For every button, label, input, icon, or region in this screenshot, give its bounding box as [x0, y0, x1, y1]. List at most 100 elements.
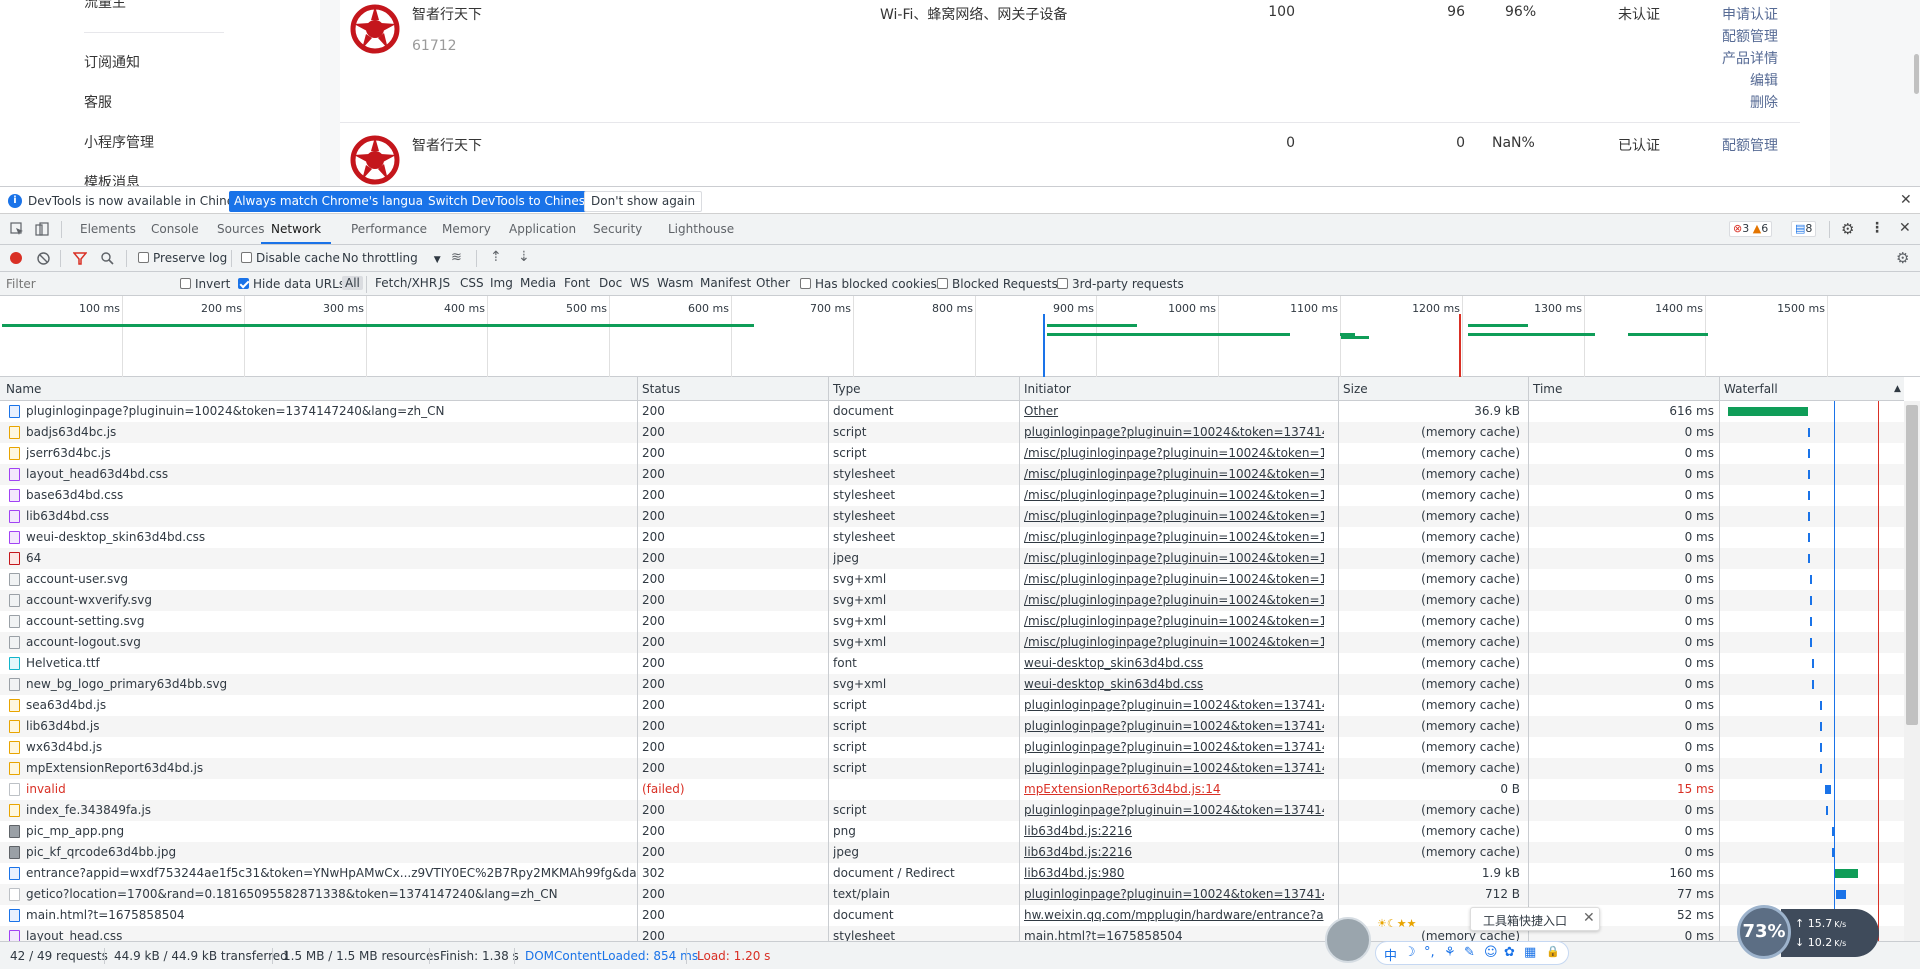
export-har-icon[interactable]: ⇣ — [518, 249, 530, 265]
col-size-header[interactable]: Size — [1343, 382, 1368, 396]
request-row[interactable]: entrance?appid=wxdf753244ae1f5c31&token=… — [0, 863, 1904, 884]
memory-usage-gauge[interactable]: 73% — [1737, 905, 1791, 959]
request-initiator-link[interactable]: main.html?t=1675858504 — [1024, 929, 1324, 941]
filter-type-css[interactable]: CSS — [457, 276, 487, 290]
request-name[interactable]: jserr63d4bc.js — [26, 446, 636, 460]
request-row[interactable]: layout_head63d4bd.css 200 stylesheet/misc/… — [0, 464, 1904, 485]
request-row[interactable]: weui-desktop_skin63d4bd.css 200 stylesheet… — [0, 527, 1904, 548]
request-row[interactable]: layout_head.css 200 stylesheet main.html?t=… — [0, 926, 1904, 941]
ime-moon-icon[interactable]: ☽ — [1404, 945, 1416, 960]
column-divider[interactable] — [637, 377, 638, 941]
network-settings-gear-icon[interactable]: ⚙ — [1896, 249, 1909, 267]
request-initiator-link[interactable]: pluginloginpage?pluginuin=10024&token=13… — [1024, 425, 1324, 439]
column-divider[interactable] — [1019, 377, 1020, 941]
request-name[interactable]: weui-desktop_skin63d4bd.css — [26, 530, 636, 544]
request-row[interactable]: main.html?t=1675858504 200 document hw.weix… — [0, 905, 1904, 926]
request-name[interactable]: sea63d4bd.js — [26, 698, 636, 712]
request-name[interactable]: badjs63d4bc.js — [26, 425, 636, 439]
request-row[interactable]: jserr63d4bc.js 200 script/misc/pluginlogin… — [0, 443, 1904, 464]
network-conditions-icon[interactable]: ≋ — [451, 250, 462, 265]
filter-icon[interactable] — [73, 252, 87, 265]
ime-lock-icon[interactable]: 🔒 — [1546, 945, 1560, 958]
request-initiator-link[interactable]: lib63d4bd.js:2216 — [1024, 845, 1324, 859]
request-initiator-link[interactable]: pluginloginpage?pluginuin=10024&token=13… — [1024, 698, 1324, 712]
nav-item-subscribe[interactable]: 订阅通知 — [84, 52, 140, 72]
request-row[interactable]: pic_mp_app.png 200 png lib63d4bd.js:2216 (me… — [0, 821, 1904, 842]
request-row[interactable]: wx63d4bd.js 200 script pluginloginpage?plug… — [0, 737, 1904, 758]
quota-manage-link[interactable]: 配额管理 — [1722, 135, 1778, 155]
nav-item-template[interactable]: 模板消息 — [84, 172, 140, 186]
request-initiator-link[interactable]: /misc/pluginloginpage?pluginuin=10024&to… — [1024, 509, 1324, 523]
request-initiator-link[interactable]: /misc/pluginloginpage?pluginuin=10024&to… — [1024, 593, 1324, 607]
request-row[interactable]: account-setting.svg 200 svg+xml/misc/plugi… — [0, 611, 1904, 632]
tab-security[interactable]: Security — [593, 214, 642, 244]
tab-application[interactable]: Application — [509, 214, 576, 244]
request-name[interactable]: lib63d4bd.css — [26, 509, 636, 523]
blocked-requests-checkbox[interactable]: Blocked Requests — [937, 277, 1058, 291]
dont-show-again-button[interactable]: Don't show again — [584, 191, 703, 212]
tab-network[interactable]: Network — [261, 214, 332, 244]
request-name[interactable]: getico?location=1700&rand=0.181650955828… — [26, 887, 636, 901]
import-har-icon[interactable]: ⇡ — [490, 249, 502, 265]
request-initiator-link[interactable]: lib63d4bd.js:980 — [1024, 866, 1324, 880]
ime-avatar[interactable] — [1325, 917, 1371, 963]
request-row[interactable]: getico?location=1700&rand=0.181650955828… — [0, 884, 1904, 905]
request-name[interactable]: wx63d4bd.js — [26, 740, 636, 754]
col-time-header[interactable]: Time — [1533, 382, 1562, 396]
request-initiator-link[interactable]: /misc/pluginloginpage?pluginuin=10024&to… — [1024, 446, 1324, 460]
request-name[interactable]: account-user.svg — [26, 572, 636, 586]
filter-type-js[interactable]: JS — [436, 276, 453, 290]
request-initiator-link[interactable]: pluginloginpage?pluginuin=10024&token=13… — [1024, 803, 1324, 817]
column-divider[interactable] — [1338, 377, 1339, 941]
col-initiator-header[interactable]: Initiator — [1024, 382, 1071, 396]
inspect-element-icon[interactable] — [10, 222, 24, 236]
record-icon[interactable] — [10, 252, 22, 264]
request-initiator-link[interactable]: pluginloginpage?pluginuin=10024&token=13… — [1024, 740, 1324, 754]
request-name[interactable]: Helvetica.ttf — [26, 656, 636, 670]
request-row[interactable]: lib63d4bd.css 200 stylesheet/misc/pluginlo… — [0, 506, 1904, 527]
hide-data-urls-checkbox[interactable]: Hide data URLs — [238, 277, 345, 291]
sort-up-icon[interactable]: ▲ — [1894, 384, 1901, 394]
tab-performance[interactable]: Performance — [351, 214, 427, 244]
request-name[interactable]: layout_head.css — [26, 929, 636, 941]
nav-item-miniprogram[interactable]: 小程序管理 — [84, 132, 154, 152]
request-name[interactable]: account-wxverify.svg — [26, 593, 636, 607]
request-initiator-link[interactable]: pluginloginpage?pluginuin=10024&token=13… — [1024, 719, 1324, 733]
has-blocked-cookies-checkbox[interactable]: Has blocked cookies — [800, 277, 937, 291]
request-name[interactable]: index_fe.343849fa.js — [26, 803, 636, 817]
request-row[interactable]: new_bg_logo_primary63d4bb.svg 200 svg+xml w… — [0, 674, 1904, 695]
request-row[interactable]: badjs63d4bc.js 200 script pluginloginpage?p… — [0, 422, 1904, 443]
filter-input[interactable] — [2, 275, 168, 293]
request-row[interactable]: lib63d4bd.js 200 script pluginloginpage?plu… — [0, 716, 1904, 737]
request-name[interactable]: main.html?t=1675858504 — [26, 908, 636, 922]
always-match-language-button[interactable]: Always match Chrome's language — [229, 191, 443, 212]
invert-checkbox[interactable]: Invert — [180, 277, 230, 291]
ime-shirt-icon[interactable]: ✿ — [1504, 945, 1515, 960]
request-name[interactable]: invalid — [26, 782, 636, 796]
request-row[interactable]: pic_kf_qrcode63d4bb.jpg 200 jpeg lib63d4bd.… — [0, 842, 1904, 863]
ime-skin-icon[interactable]: ⚘ — [1444, 945, 1456, 960]
col-waterfall-header[interactable]: Waterfall — [1724, 382, 1778, 396]
tab-elements[interactable]: Elements — [80, 214, 136, 244]
ime-chinese-mode[interactable]: 中 — [1384, 945, 1397, 964]
quota-manage-link[interactable]: 配额管理 — [1722, 26, 1778, 46]
request-initiator-link[interactable]: /misc/pluginloginpage?pluginuin=10024&to… — [1024, 572, 1324, 586]
apply-auth-link[interactable]: 申请认证 — [1722, 4, 1778, 24]
request-row[interactable]: Helvetica.ttf 200 font weui-desktop_skin63d… — [0, 653, 1904, 674]
search-icon[interactable] — [101, 252, 114, 265]
close-infobar-icon[interactable]: ✕ — [1900, 192, 1912, 208]
nav-item-service[interactable]: 客服 — [84, 92, 112, 112]
request-initiator-link[interactable]: /misc/pluginloginpage?pluginuin=10024&to… — [1024, 467, 1324, 481]
request-row[interactable]: mpExtensionReport63d4bd.js 200 script plugi… — [0, 758, 1904, 779]
settings-gear-icon[interactable]: ⚙ — [1841, 220, 1854, 238]
request-table-scrollbar[interactable] — [1906, 405, 1918, 725]
request-initiator-link[interactable]: /misc/pluginloginpage?pluginuin=10024&to… — [1024, 488, 1324, 502]
tab-console[interactable]: Console — [151, 214, 199, 244]
nav-item-liuliangzhu[interactable]: 流量主 — [84, 0, 126, 12]
request-initiator-link[interactable]: /misc/pluginloginpage?pluginuin=10024&to… — [1024, 635, 1324, 649]
column-divider[interactable] — [828, 377, 829, 941]
request-name[interactable]: account-setting.svg — [26, 614, 636, 628]
request-row[interactable]: pluginloginpage?pluginuin=10024&token=13… — [0, 401, 1904, 422]
throttling-select[interactable]: No throttling ▼ — [342, 251, 441, 265]
filter-type-font[interactable]: Font — [561, 276, 593, 290]
